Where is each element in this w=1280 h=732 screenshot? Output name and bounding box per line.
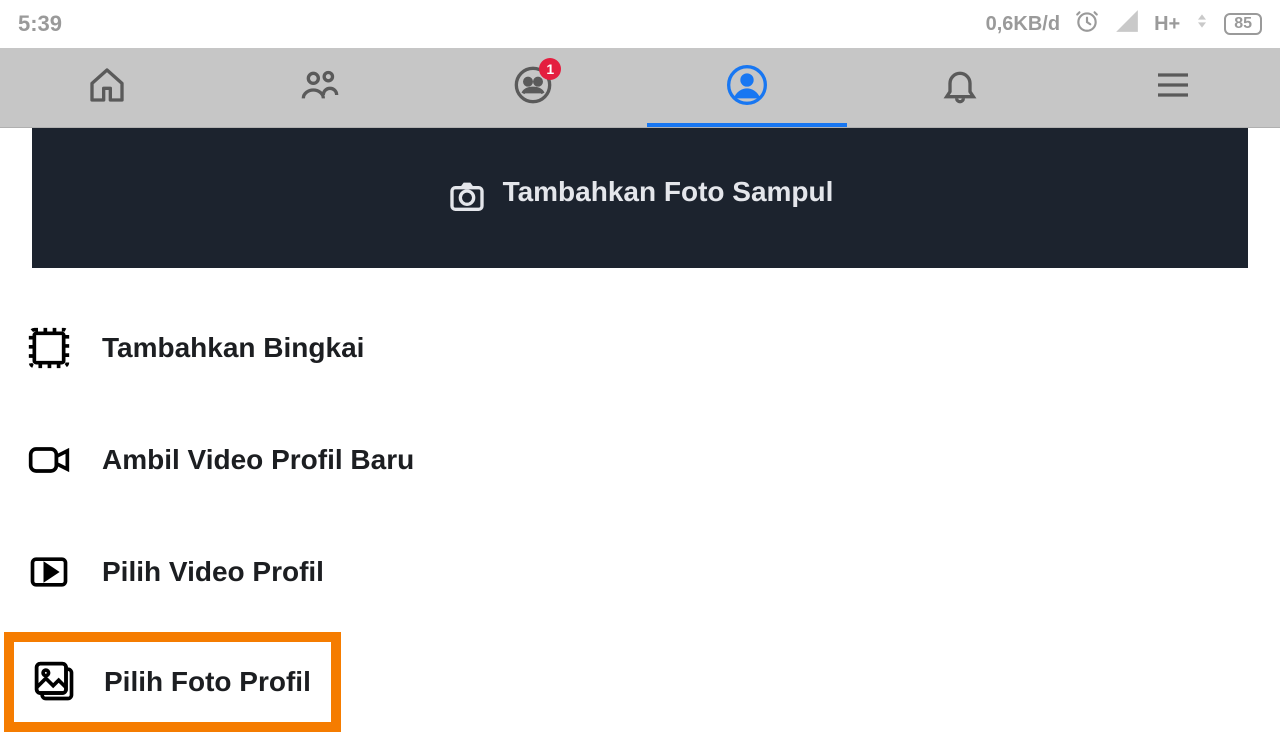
tab-home[interactable]: [0, 48, 213, 127]
tab-menu[interactable]: [1067, 48, 1280, 127]
hamburger-icon: [1153, 65, 1193, 110]
frame-icon: [24, 326, 74, 370]
menu-add-frame[interactable]: Tambahkan Bingkai: [0, 292, 1280, 404]
play-box-icon: [24, 550, 74, 594]
network-type: H+: [1154, 13, 1180, 36]
top-tab-bar: 1: [0, 48, 1280, 128]
tab-profile[interactable]: [640, 48, 853, 127]
alarm-icon: [1074, 8, 1100, 40]
updown-icon: [1194, 10, 1210, 38]
status-bar: 5:39 0,6KB/d H+ 85: [0, 0, 1280, 48]
menu-take-new-video[interactable]: Ambil Video Profil Baru: [0, 404, 1280, 516]
camera-icon: [447, 176, 487, 216]
signal-icon: [1114, 8, 1140, 40]
groups-badge: 1: [539, 58, 561, 80]
add-cover-photo[interactable]: Tambahkan Foto Sampul: [32, 128, 1248, 268]
menu-select-video[interactable]: Pilih Video Profil: [0, 516, 1280, 628]
bell-icon: [940, 65, 980, 110]
menu-select-photo-label: Pilih Foto Profil: [104, 666, 311, 698]
tab-groups[interactable]: 1: [427, 48, 640, 127]
status-time: 5:39: [18, 11, 62, 37]
home-icon: [87, 65, 127, 110]
video-camera-icon: [24, 438, 74, 482]
profile-icon: [727, 65, 767, 110]
photo-icon: [30, 660, 80, 704]
battery-percent: 85: [1234, 15, 1252, 32]
friends-icon: [300, 65, 340, 110]
profile-photo-options-sheet: Tambahkan Bingkai Ambil Video Profil Bar…: [0, 268, 1280, 720]
status-data-rate: 0,6KB/d: [986, 13, 1060, 36]
menu-select-video-label: Pilih Video Profil: [102, 556, 324, 588]
add-cover-label: Tambahkan Foto Sampul: [503, 176, 834, 208]
status-right: 0,6KB/d H+ 85: [986, 8, 1262, 40]
tab-friends[interactable]: [213, 48, 426, 127]
tab-notifications[interactable]: [853, 48, 1066, 127]
menu-take-video-label: Ambil Video Profil Baru: [102, 444, 414, 476]
menu-select-photo[interactable]: Pilih Foto Profil: [14, 642, 331, 722]
battery-icon: 85: [1224, 13, 1262, 35]
menu-add-frame-label: Tambahkan Bingkai: [102, 332, 364, 364]
highlight-box: Pilih Foto Profil: [4, 632, 341, 732]
